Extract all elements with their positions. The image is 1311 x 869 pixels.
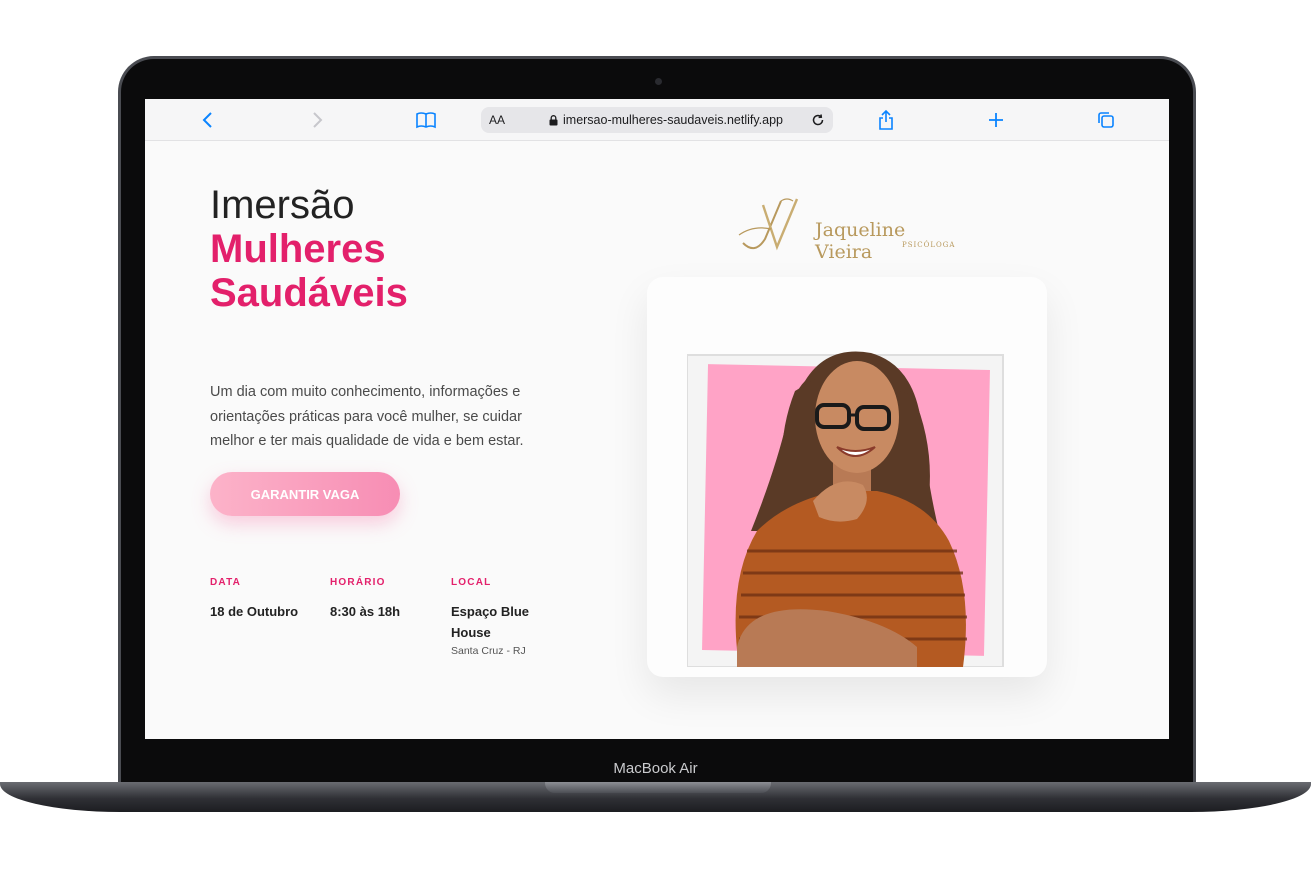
reload-icon[interactable] xyxy=(809,111,827,129)
address-bar[interactable]: AA imersao-mulheres-saudaveis.netlify.ap… xyxy=(481,107,833,133)
title-line-1: Imersão xyxy=(210,183,355,227)
lock-icon xyxy=(549,114,558,125)
bookmarks-book-icon[interactable] xyxy=(414,108,438,132)
url-text: imersao-mulheres-saudaveis.netlify.app xyxy=(563,113,784,127)
webcam xyxy=(655,78,662,85)
time-value: 8:30 às 18h xyxy=(330,604,401,619)
stage: AA imersao-mulheres-saudaveis.netlify.ap… xyxy=(0,0,1311,869)
title-line-3: Saudáveis xyxy=(210,271,408,315)
laptop-hinge-notch xyxy=(545,782,771,793)
brand-role: PSICÓLOGA xyxy=(902,241,956,249)
date-label: DATA xyxy=(210,577,242,588)
place-city: Santa Cruz - RJ xyxy=(451,645,526,657)
share-icon[interactable] xyxy=(874,108,898,132)
event-place: LOCAL Espaço Blue House Santa Cruz - RJ xyxy=(451,577,551,657)
title-line-2: Mulheres xyxy=(210,227,386,271)
safari-toolbar: AA imersao-mulheres-saudaveis.netlify.ap… xyxy=(145,99,1169,141)
photo-card xyxy=(647,277,1047,677)
browser-screen: AA imersao-mulheres-saudaveis.netlify.ap… xyxy=(145,99,1169,739)
text-size-button[interactable]: AA xyxy=(489,113,505,127)
place-value: Espaço Blue House xyxy=(451,604,530,640)
url-display[interactable]: imersao-mulheres-saudaveis.netlify.app xyxy=(549,113,783,127)
forward-chevron-icon[interactable] xyxy=(305,108,329,132)
back-chevron-icon[interactable] xyxy=(196,108,220,132)
hero-description: Um dia com muito conhecimento, informaçõ… xyxy=(210,384,524,449)
device-label: MacBook Air xyxy=(613,760,698,777)
date-value: 18 de Outubro xyxy=(210,604,299,619)
hero-title: Imersão Mulheres Saudáveis xyxy=(210,183,408,315)
new-tab-plus-icon[interactable] xyxy=(984,108,1008,132)
event-date: DATA 18 de Outubro xyxy=(210,577,310,622)
jv-monogram-icon xyxy=(738,198,799,251)
portrait-photo xyxy=(687,351,1004,667)
garantir-vaga-button[interactable]: GARANTIR VAGA xyxy=(210,472,400,516)
brand-logo: Jaqueline Vieira PSICÓLOGA xyxy=(735,195,965,263)
time-label: HORÁRIO xyxy=(330,577,386,588)
event-time: HORÁRIO 8:30 às 18h xyxy=(330,577,430,622)
place-label: LOCAL xyxy=(451,577,492,588)
tabs-overview-icon[interactable] xyxy=(1094,108,1118,132)
